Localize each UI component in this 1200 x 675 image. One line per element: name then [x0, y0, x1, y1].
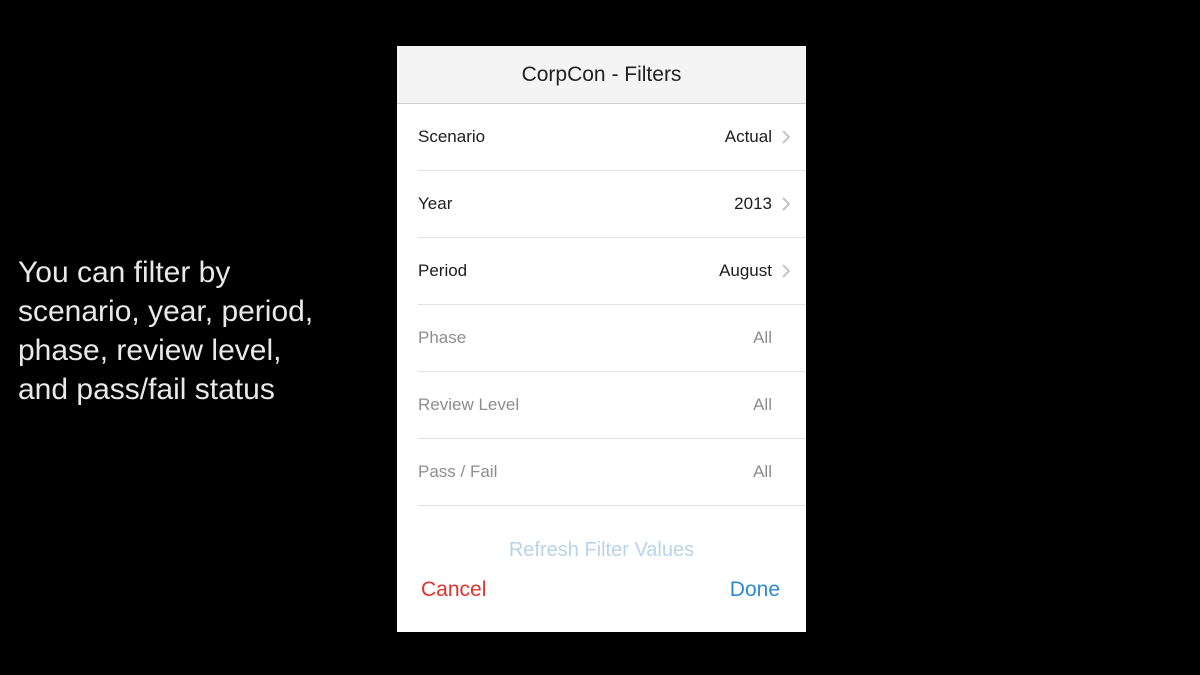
filter-value: August	[719, 261, 772, 280]
filter-label: Phase	[418, 328, 467, 347]
filter-row-review-level: Review Level All	[418, 372, 806, 439]
filter-row-scenario[interactable]: Scenario Actual	[418, 104, 806, 171]
navigation-bar: CorpCon - Filters	[397, 46, 806, 104]
cancel-button[interactable]: Cancel	[421, 578, 486, 602]
refresh-filter-values-button[interactable]: Refresh Filter Values	[397, 539, 806, 562]
filter-label: Scenario	[418, 127, 486, 146]
chevron-right-icon	[780, 197, 792, 211]
caption-text: You can filter by scenario, year, period…	[18, 253, 378, 409]
filter-label: Period	[418, 261, 468, 280]
filter-list: Scenario Actual Year 2013 Period August	[397, 104, 806, 506]
caption-line: phase, review level,	[18, 334, 282, 367]
filter-value: Actual	[724, 127, 772, 146]
action-bar: Cancel Done	[397, 574, 806, 608]
filter-row-period[interactable]: Period August	[418, 238, 806, 305]
done-button[interactable]: Done	[730, 578, 780, 602]
filter-label: Pass / Fail	[418, 462, 498, 481]
caption-line: You can filter by	[18, 256, 231, 289]
page-title: CorpCon - Filters	[521, 62, 682, 86]
filter-row-year[interactable]: Year 2013	[418, 171, 806, 238]
caption-line: scenario, year, period,	[18, 295, 314, 328]
filter-value: All	[753, 328, 772, 347]
filter-label: Review Level	[418, 395, 520, 414]
filter-value: All	[753, 395, 772, 414]
filter-label: Year	[418, 194, 453, 213]
filter-value: 2013	[734, 194, 772, 213]
filter-row-phase: Phase All	[418, 305, 806, 372]
caption-line: and pass/fail status	[18, 373, 275, 406]
video-frame: You can filter by scenario, year, period…	[0, 0, 1200, 675]
chevron-right-icon	[780, 130, 792, 144]
filter-value: All	[753, 462, 772, 481]
chevron-right-icon	[780, 264, 792, 278]
filter-row-pass-fail: Pass / Fail All	[418, 439, 806, 506]
phone-screen: CorpCon - Filters Scenario Actual Year 2…	[397, 46, 806, 632]
